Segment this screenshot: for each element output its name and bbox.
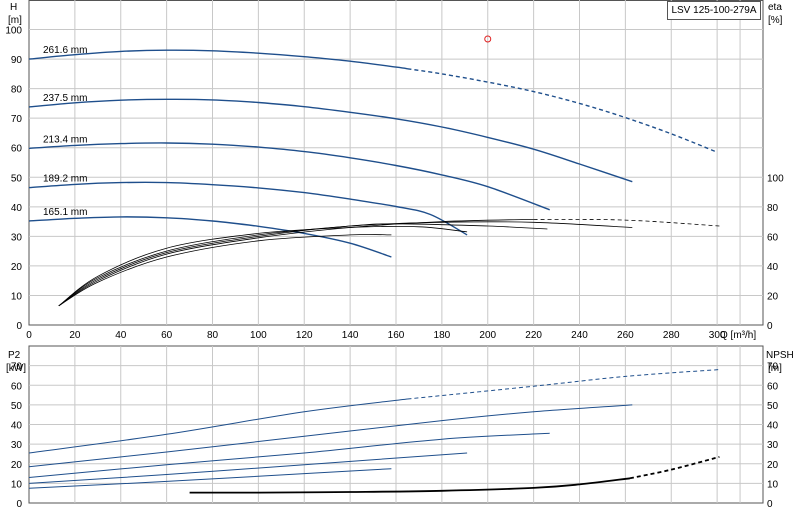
y-axis-title: H (10, 2, 17, 13)
head-curve-label: 165.1 mm (43, 207, 87, 218)
y2-axis-title: NPSH (766, 350, 794, 361)
head-curve-dashed (407, 68, 718, 153)
model-label: LSV 125-100-279A (667, 1, 761, 20)
x-tick-label: 200 (479, 330, 496, 341)
power-curve-dashed (407, 369, 720, 400)
y2-axis-unit: [m] (768, 363, 782, 374)
x-tick-label: 60 (161, 330, 173, 341)
y-axis-unit: [m] (8, 15, 22, 26)
y-tick-label: 0 (16, 499, 22, 510)
y-tick-label: 60 (11, 144, 23, 155)
y-tick-label: 90 (11, 55, 23, 66)
y-tick-label: 20 (11, 262, 23, 273)
y2-tick-label: 10 (767, 479, 779, 490)
y-tick-label: 20 (11, 460, 23, 471)
y-tick-label: 30 (11, 232, 23, 243)
x-tick-label: 160 (388, 330, 405, 341)
y2-tick-label: 80 (767, 203, 779, 214)
pump-performance-chart: 0 20 40 60 80 100 120 140 160 180 200 220 240 260 280 3… (5, 0, 794, 510)
head-curve-label: 261.6 mm (43, 45, 87, 56)
y2-tick-label: 100 (767, 173, 784, 184)
npsh-curve (189, 477, 631, 494)
x-tick-label: 120 (296, 330, 313, 341)
head-curve-label: 237.5 mm (43, 93, 87, 104)
x-tick-label: 40 (115, 330, 127, 341)
y-tick-label: 80 (11, 85, 23, 96)
x-tick-label: 280 (663, 330, 680, 341)
y-tick-label: 50 (11, 173, 23, 184)
y-axis-unit: [kW] (6, 363, 26, 374)
x-tick-label: 80 (207, 330, 219, 341)
y2-tick-label: 40 (767, 421, 779, 432)
power-curve (28, 432, 550, 478)
head-curve (28, 181, 468, 236)
head-curve-label: 213.4 mm (43, 134, 87, 145)
x-tick-label: 180 (434, 330, 451, 341)
x-tick-label: 240 (571, 330, 588, 341)
y-tick-label: 60 (11, 381, 23, 392)
x-tick-label: 20 (69, 330, 81, 341)
x-tick-label: 0 (26, 330, 32, 341)
x-tick-label: 100 (250, 330, 267, 341)
head-curve (28, 216, 392, 258)
power-curve (28, 398, 408, 454)
y2-tick-label: 50 (767, 401, 779, 412)
y2-tick-label: 60 (767, 381, 779, 392)
y-axis-title: P2 (8, 350, 21, 361)
y-tick-label: 10 (11, 479, 23, 490)
x-tick-label: 140 (342, 330, 359, 341)
y2-tick-label: 0 (767, 321, 773, 332)
npsh-curve-dashed (629, 456, 720, 480)
y2-axis-title: eta (768, 2, 782, 13)
head-curve-label: 189.2 mm (43, 174, 87, 185)
head-curve (28, 142, 550, 211)
y-tick-label: 40 (11, 421, 23, 432)
y-tick-label: 100 (5, 26, 22, 37)
y-tick-label: 50 (11, 401, 23, 412)
x-axis-title: Q [m³/h] (720, 330, 756, 341)
power-curve (28, 404, 633, 468)
y2-tick-label: 20 (767, 460, 779, 471)
y-tick-label: 10 (11, 291, 23, 302)
head-curve (28, 98, 633, 183)
y2-tick-label: 0 (767, 499, 773, 510)
y-tick-label: 0 (16, 321, 22, 332)
y2-tick-label: 40 (767, 262, 779, 273)
x-tick-label: 220 (525, 330, 542, 341)
y2-tick-label: 60 (767, 232, 779, 243)
efficiency-curve-dashed (533, 218, 720, 227)
y2-tick-label: 20 (767, 291, 779, 302)
x-tick-label: 260 (617, 330, 634, 341)
y2-tick-label: 30 (767, 440, 779, 451)
y2-axis-unit: [%] (768, 15, 783, 26)
y-tick-label: 30 (11, 440, 23, 451)
y-tick-label: 40 (11, 203, 23, 214)
y-tick-label: 70 (11, 114, 23, 125)
